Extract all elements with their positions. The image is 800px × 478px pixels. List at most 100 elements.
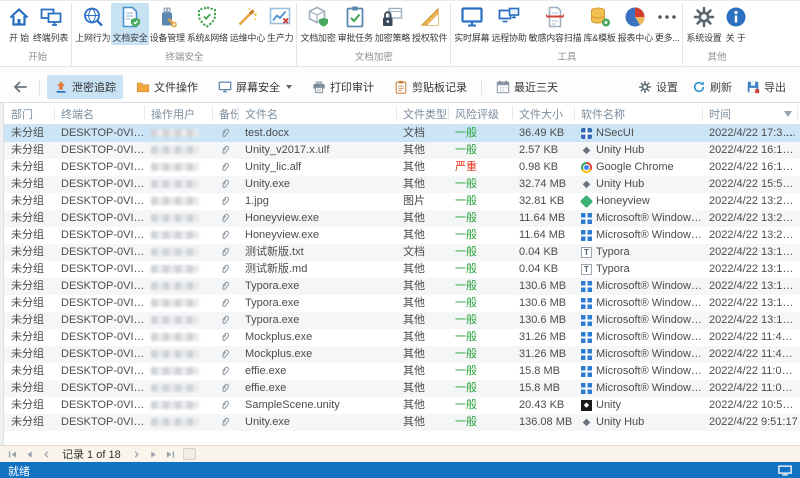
cell-time: 2022/4/22 13:27:25 bbox=[709, 229, 798, 241]
toolbar-action-leak-trace[interactable]: 泄密追踪 bbox=[47, 74, 123, 99]
table-row[interactable]: 未分组 DESKTOP-0VIDMDJ Unity.exe 其他 一般 136.08 MB… bbox=[0, 414, 800, 431]
last-page-button[interactable] bbox=[163, 448, 178, 461]
cell-risk-rating: 一般 bbox=[449, 227, 513, 244]
ribbon-item-system-settings[interactable]: 系统设置 bbox=[685, 3, 722, 45]
cell-file-size: 15.8 MB bbox=[519, 382, 560, 394]
risk-badge: 一般 bbox=[455, 331, 477, 343]
risk-badge: 一般 bbox=[455, 314, 477, 326]
table-row[interactable]: 未分组 DESKTOP-0VIDMDJ Honeyview.exe 其他 一般 11.64… bbox=[0, 210, 800, 227]
date-filter-button[interactable]: 最近三天 bbox=[489, 75, 565, 99]
back-button[interactable] bbox=[8, 77, 32, 97]
next-page-button[interactable] bbox=[146, 448, 161, 461]
ribbon-item-approval-task[interactable]: 审批任务 bbox=[337, 3, 374, 45]
ribbon-item-start[interactable]: 开 始 bbox=[6, 3, 32, 45]
table-row[interactable]: 未分组 DESKTOP-0VIDMDJ effie.exe 其他 一般 15.8 MB Mi… bbox=[0, 363, 800, 380]
ribbon-item-terminal-list[interactable]: 终端列表 bbox=[32, 3, 69, 45]
ribbon-item-remote-assist[interactable]: 远程协助 bbox=[490, 3, 527, 45]
table-row[interactable]: 未分组 DESKTOP-0VIDMDJ 1.jpg 图片 一般 32.81 KB Honey… bbox=[0, 193, 800, 210]
ribbon-item-licensed-software[interactable]: 授权软件 bbox=[411, 3, 448, 45]
first-page-button[interactable] bbox=[5, 448, 20, 461]
table-row[interactable]: 未分组 DESKTOP-0VIDMDJ Unity_v2017.x.ulf 其他 一般 2… bbox=[0, 142, 800, 159]
table-row[interactable]: 未分组 DESKTOP-0VIDMDJ 测试新版.md 其他 一般 0.04 KB T Typ… bbox=[0, 261, 800, 278]
column-header-app[interactable]: 软件名称 bbox=[575, 106, 703, 121]
toolbar-action-clipboard-record[interactable]: 剪贴板记录 bbox=[387, 75, 474, 99]
pager-extra-button[interactable] bbox=[182, 448, 196, 460]
table-row[interactable]: 未分组 DESKTOP-0VIDMDJ 测试新版.txt 文档 一般 0.04 KB T Ty… bbox=[0, 244, 800, 261]
cell-file-type: 其他 bbox=[403, 144, 425, 156]
toolbar-action-print-audit[interactable]: 打印审计 bbox=[305, 75, 381, 99]
ribbon-item-label: 开 始 bbox=[9, 33, 29, 43]
ribbon-item-ops-center[interactable]: 运维中心 bbox=[229, 3, 266, 45]
column-header-time[interactable]: 时间 bbox=[703, 106, 798, 121]
row-actions-ellipsis[interactable]: … bbox=[785, 125, 797, 142]
more-icon bbox=[655, 5, 679, 29]
table-row[interactable]: 未分组 DESKTOP-0VIDMDJ Unity.exe 其他 一般 32.74 MB U… bbox=[0, 176, 800, 193]
column-header-file[interactable]: 文件名 bbox=[239, 106, 397, 121]
ribbon-item-library-template[interactable]: 库&模板 bbox=[582, 3, 616, 45]
ribbon-item-system-network[interactable]: 系统&网络 bbox=[186, 3, 229, 45]
column-header-terminal[interactable]: 终端名 bbox=[55, 106, 145, 121]
prev-record-button[interactable] bbox=[39, 448, 54, 461]
column-header-operator[interactable]: 操作用户 bbox=[145, 106, 213, 121]
cell-department: 未分组 bbox=[11, 263, 44, 275]
table-row[interactable]: 未分组 DESKTOP-0VIDMDJ Typora.exe 其他 一般 130.6 MB… bbox=[0, 312, 800, 329]
ribbon-item-productivity[interactable]: 生产力 bbox=[266, 3, 294, 45]
toolbar-action-settings[interactable]: 设置 bbox=[634, 75, 682, 99]
cell-backup bbox=[213, 159, 239, 176]
ribbon-item-more[interactable]: 更多... bbox=[654, 3, 681, 45]
unityhub-app-icon bbox=[581, 179, 592, 190]
toolbar-action-export[interactable]: 导出 bbox=[742, 75, 790, 99]
table-row[interactable]: 未分组 DESKTOP-0VIDMDJ SampleScene.unity 其他 一般 2… bbox=[0, 397, 800, 414]
risk-badge: 一般 bbox=[455, 229, 477, 241]
table-row[interactable]: 未分组 DESKTOP-0VIDMDJ Mockplus.exe 其他 一般 31.26 … bbox=[0, 346, 800, 363]
cell-time: 2022/4/22 16:16:25 bbox=[709, 161, 798, 173]
ribbon-group-name: 开始 bbox=[28, 52, 48, 63]
app-name: NSecUI bbox=[596, 127, 634, 139]
ribbon-item-doc-encrypt[interactable]: 文档加密 bbox=[299, 3, 336, 45]
table-row[interactable]: 未分组 DESKTOP-0VIDMDJ Typora.exe 其他 一般 130.6 MB… bbox=[0, 295, 800, 312]
cell-file-type: 其他 bbox=[403, 416, 425, 428]
toolbar-action-screen-security[interactable]: 屏幕安全 bbox=[211, 75, 299, 99]
ribbon-item-label: 授权软件 bbox=[412, 33, 448, 43]
ribbon-item-label: 系统设置 bbox=[686, 33, 722, 43]
column-header-dept[interactable]: 部门 bbox=[5, 106, 55, 121]
ribbon-item-label: 审批任务 bbox=[337, 33, 373, 43]
app-name: Unity bbox=[596, 399, 622, 411]
toolbar-action-file-ops[interactable]: 文件操作 bbox=[129, 75, 205, 99]
ribbon-item-about[interactable]: 关 于 bbox=[723, 3, 749, 45]
risk-badge: 一般 bbox=[455, 280, 477, 292]
ribbon-item-live-screen[interactable]: 实时屏幕 bbox=[453, 3, 490, 45]
paperclip-icon bbox=[219, 212, 239, 224]
table-row[interactable]: 未分组 DESKTOP-0VIDMDJ Mockplus.exe 其他 一般 31.26 … bbox=[0, 329, 800, 346]
cell-file-size: 0.04 KB bbox=[519, 246, 559, 258]
ribbon-item-web-behavior[interactable]: 上网行为 bbox=[74, 3, 111, 45]
cell-software-name: Microsoft® Windows® Oper... bbox=[575, 312, 703, 329]
table-row[interactable]: 未分组 DESKTOP-0VIDMDJ test.docx 文档 一般 36.49 KB N… bbox=[0, 125, 800, 142]
monitor-status-icon[interactable] bbox=[778, 465, 792, 476]
risk-badge: 一般 bbox=[455, 127, 477, 139]
ribbon-item-report-center[interactable]: 报表中心 bbox=[617, 3, 654, 45]
table-row[interactable]: 未分组 DESKTOP-0VIDMDJ Typora.exe 其他 一般 130.6 MB… bbox=[0, 278, 800, 295]
column-header-risk[interactable]: 风险评级 bbox=[449, 106, 513, 121]
ribbon-item-content-scan[interactable]: 敏感内容扫描 bbox=[528, 3, 583, 45]
library-template-icon bbox=[588, 5, 612, 29]
next-record-button[interactable] bbox=[129, 448, 144, 461]
cell-file-size: 130.6 MB bbox=[519, 297, 567, 309]
cell-operating-user bbox=[145, 346, 213, 363]
column-header-type[interactable]: 文件类型 bbox=[397, 106, 449, 121]
secondary-toolbar: 泄密追踪 文件操作 屏幕安全 打印审计 剪贴板记录 最近三天 设置 刷新 导出 bbox=[0, 71, 800, 103]
ribbon-item-device-mgmt[interactable]: 设备管理 bbox=[149, 3, 186, 45]
table-row[interactable]: 未分组 DESKTOP-0VIDMDJ Unity_lic.alf 其他 严重 0.98 … bbox=[0, 159, 800, 176]
table-row[interactable]: 未分组 DESKTOP-0VIDMDJ effie.exe 其他 一般 15.8 MB Mi… bbox=[0, 380, 800, 397]
ribbon-item-doc-security[interactable]: 文档安全 bbox=[111, 3, 149, 45]
left-splitter[interactable] bbox=[0, 103, 4, 445]
column-header-backup[interactable]: 备份 bbox=[213, 106, 239, 121]
table-row[interactable]: 未分组 DESKTOP-0VIDMDJ Honeyview.exe 其他 一般 11.64… bbox=[0, 227, 800, 244]
column-header-size[interactable]: 文件大小 bbox=[513, 106, 575, 121]
cell-backup bbox=[213, 227, 239, 244]
unityhub-app-icon bbox=[581, 145, 592, 156]
prev-page-button[interactable] bbox=[22, 448, 37, 461]
ribbon-item-encrypt-policy[interactable]: 加密策略 bbox=[374, 3, 411, 45]
toolbar-action-refresh[interactable]: 刷新 bbox=[688, 75, 736, 99]
paperclip-icon bbox=[219, 178, 239, 190]
